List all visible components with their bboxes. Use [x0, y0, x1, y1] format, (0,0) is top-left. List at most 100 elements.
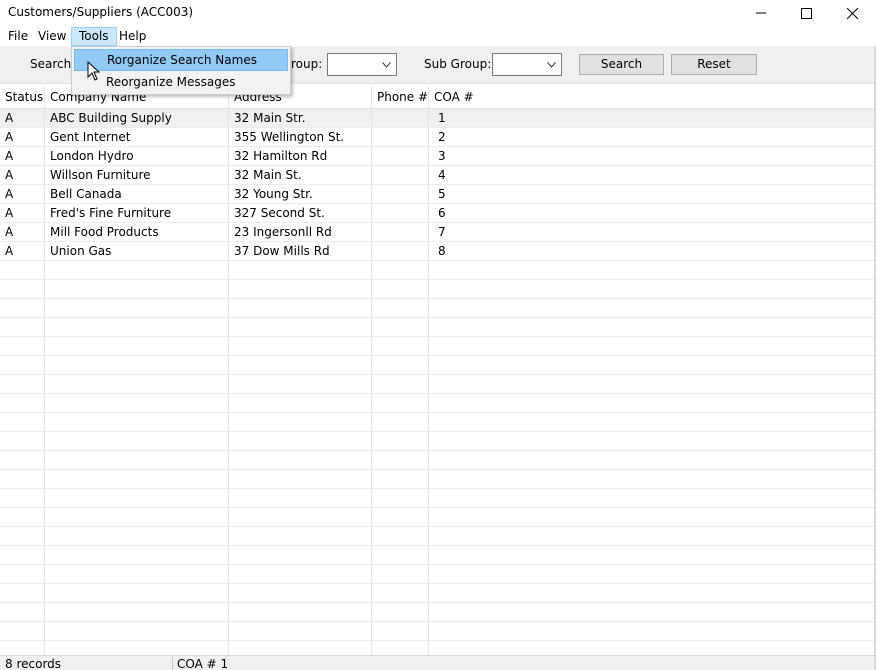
cell-coa: 8 [438, 244, 446, 258]
search-button[interactable]: Search [579, 54, 664, 75]
cell-status: A [0, 185, 45, 204]
cell-company: Mill Food Products [45, 223, 229, 242]
cell-phone [372, 223, 429, 242]
cell-address: 32 Hamilton Rd [229, 147, 372, 166]
table-row[interactable] [0, 584, 874, 603]
maximize-button[interactable] [783, 0, 829, 26]
menu-view[interactable]: View [31, 27, 73, 46]
cell-address: 37 Dow Mills Rd [229, 242, 372, 261]
maximize-icon [800, 7, 812, 19]
cell-coa: 3 [438, 149, 446, 163]
table-row[interactable] [0, 470, 874, 489]
subgroup-select[interactable] [492, 53, 562, 76]
group-label: roup: [291, 57, 323, 71]
minimize-button[interactable] [738, 0, 784, 26]
cell-company: Willson Furniture [45, 166, 229, 185]
column-header-coa[interactable]: COA # [429, 85, 874, 109]
cell-company: London Hydro [45, 147, 229, 166]
cell-coa: 1 [438, 111, 446, 125]
menu-file[interactable]: File [1, 27, 35, 46]
table-row[interactable]: A ABC Building Supply 32 Main Str. 1 [0, 109, 874, 128]
status-bar: 8 records COA # 1 [0, 655, 874, 670]
status-divider [172, 657, 173, 670]
cell-company: Union Gas [45, 242, 229, 261]
cell-phone [372, 109, 429, 128]
minimize-icon [756, 12, 766, 14]
cell-phone [372, 128, 429, 147]
table-row[interactable]: A Union Gas 37 Dow Mills Rd 8 [0, 242, 874, 261]
current-coa: COA # 1 [177, 657, 229, 670]
group-select[interactable] [327, 53, 397, 76]
record-count: 8 records [5, 657, 62, 670]
chevron-down-icon [547, 62, 556, 68]
table-row[interactable]: A London Hydro 32 Hamilton Rd 3 [0, 147, 874, 166]
cell-coa: 2 [438, 130, 446, 144]
table-row[interactable]: A Willson Furniture 32 Main St. 4 [0, 166, 874, 185]
cell-coa: 6 [438, 206, 446, 220]
table-row[interactable] [0, 641, 874, 655]
cell-address: 32 Main Str. [229, 109, 372, 128]
cell-coa: 7 [438, 225, 446, 239]
cell-address: 327 Second St. [229, 204, 372, 223]
window-title: Customers/Suppliers (ACC003) [8, 5, 194, 19]
table-row[interactable] [0, 261, 874, 280]
cell-status: A [0, 204, 45, 223]
table-row[interactable] [0, 356, 874, 375]
reset-button[interactable]: Reset [671, 54, 757, 75]
table-row[interactable]: A Gent Internet 355 Wellington St. 2 [0, 128, 874, 147]
menu-tools[interactable]: Tools [71, 27, 117, 46]
menu-item-reorganize-messages[interactable]: Reorganize Messages [74, 71, 288, 93]
table-row[interactable] [0, 337, 874, 356]
chevron-down-icon [382, 62, 391, 68]
table-row[interactable] [0, 508, 874, 527]
cell-status: A [0, 128, 45, 147]
cell-company: Gent Internet [45, 128, 229, 147]
table-row[interactable] [0, 622, 874, 641]
column-header-status[interactable]: Status [0, 85, 45, 109]
table-row[interactable]: A Mill Food Products 23 Ingersonll Rd 7 [0, 223, 874, 242]
cell-company: Bell Canada [45, 185, 229, 204]
table-row[interactable] [0, 375, 874, 394]
table-row[interactable] [0, 527, 874, 546]
table-row[interactable] [0, 565, 874, 584]
cell-status: A [0, 223, 45, 242]
customers-grid[interactable]: Status Company Name Address Phone # COA … [0, 85, 874, 655]
cell-company: ABC Building Supply [45, 109, 229, 128]
cell-address: 355 Wellington St. [229, 128, 372, 147]
table-row[interactable]: A Fred's Fine Furniture 327 Second St. 6 [0, 204, 874, 223]
menu-bar: File View Tools Help [0, 27, 876, 46]
cell-phone [372, 147, 429, 166]
cell-company: Fred's Fine Furniture [45, 204, 229, 223]
table-row[interactable] [0, 413, 874, 432]
cell-phone [372, 166, 429, 185]
cell-status: A [0, 166, 45, 185]
table-row[interactable] [0, 432, 874, 451]
table-row[interactable]: A Bell Canada 32 Young Str. 5 [0, 185, 874, 204]
table-row[interactable] [0, 451, 874, 470]
table-row[interactable] [0, 489, 874, 508]
cell-coa: 5 [438, 187, 446, 201]
cell-phone [372, 242, 429, 261]
column-header-phone[interactable]: Phone # [372, 85, 429, 109]
table-row[interactable] [0, 299, 874, 318]
cell-address: 32 Main St. [229, 166, 372, 185]
table-row[interactable] [0, 394, 874, 413]
menu-item-reorganize-search-names[interactable]: Rorganize Search Names [74, 49, 288, 71]
cell-status: A [0, 242, 45, 261]
tools-menu-dropdown: Rorganize Search Names Reorganize Messag… [71, 46, 291, 95]
cell-status: A [0, 147, 45, 166]
close-button[interactable] [829, 0, 875, 26]
menu-help[interactable]: Help [112, 27, 153, 46]
table-row[interactable] [0, 546, 874, 565]
table-row[interactable] [0, 603, 874, 622]
cell-phone [372, 185, 429, 204]
cell-address: 32 Young Str. [229, 185, 372, 204]
mouse-cursor-icon [87, 61, 101, 81]
cell-status: A [0, 109, 45, 128]
cell-phone [372, 204, 429, 223]
cell-coa: 4 [438, 168, 446, 182]
table-row[interactable] [0, 280, 874, 299]
table-row[interactable] [0, 318, 874, 337]
title-bar: Customers/Suppliers (ACC003) [0, 0, 876, 26]
close-icon [846, 7, 858, 19]
